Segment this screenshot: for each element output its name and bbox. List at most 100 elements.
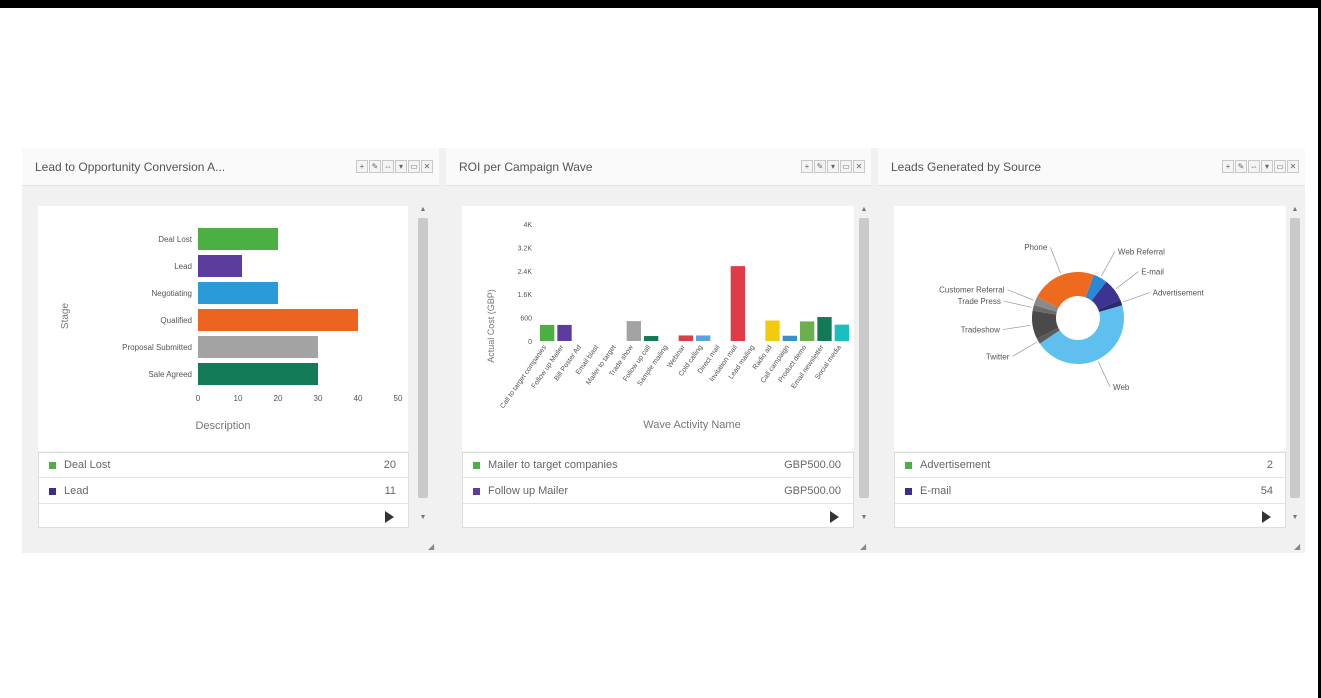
legend-label: Follow up Mailer — [488, 485, 569, 497]
swap-icon[interactable]: ⇔ — [1248, 160, 1260, 173]
slice-label: Advertisement — [1153, 289, 1205, 298]
scroll-up-icon[interactable]: ▲ — [857, 206, 871, 213]
scroll-down-icon[interactable]: ▼ — [416, 514, 430, 521]
bar — [198, 228, 278, 250]
bar — [626, 321, 641, 341]
x-axis-title: Description — [195, 420, 250, 432]
y-tick-label: 3.2K — [518, 245, 533, 252]
label-leader-line — [1123, 292, 1150, 303]
legend-swatch — [473, 488, 480, 495]
scroll-up-icon[interactable]: ▲ — [1288, 206, 1302, 213]
legend-item[interactable]: Lead 11 — [39, 479, 408, 504]
y-tick-label: Sale Agreed — [148, 370, 192, 379]
label-leader-line — [1097, 361, 1111, 388]
collapse-icon[interactable]: ▾ — [1261, 160, 1273, 173]
swap-icon[interactable]: ⇔ — [382, 160, 394, 173]
widget-roi-campaign: ROI per Campaign Wave + ✎ ▾ ▭ ✕ 0 600 1.6K… — [446, 148, 871, 553]
y-tick-label: Lead — [174, 262, 192, 271]
legend-swatch — [49, 488, 56, 495]
widget-header: Leads Generated by Source + ✎ ⇔ ▾ ▭ ✕ — [878, 148, 1305, 186]
bar — [817, 317, 832, 341]
widget-title: Leads Generated by Source — [891, 160, 1042, 174]
widget-toolbar: + ✎ ⇔ ▾ ▭ ✕ — [356, 160, 433, 175]
legend-value: 20 — [383, 459, 396, 471]
slice-label: Web Referral — [1118, 248, 1165, 257]
roi-bar-chart: 06001.6K2.4K3.2K4KCall to target compani… — [486, 212, 852, 431]
legend-item[interactable]: Deal Lost 20 — [39, 453, 408, 478]
slice-label: Phone — [1024, 243, 1048, 252]
legend-item[interactable]: Mailer to target companies GBP500.00 — [463, 453, 853, 478]
chart-area: 0 600 1.6K 2.4K 3.2K 4K Call to target compani… — [462, 206, 854, 451]
bar — [540, 324, 555, 341]
y-tick-label: 4K — [523, 222, 532, 229]
chart-area: Web Referral E-mail Advertisement Web Twitte… — [894, 206, 1286, 451]
scroll-down-icon[interactable]: ▼ — [857, 514, 871, 521]
x-tick-label: 30 — [314, 394, 323, 403]
x-tick-label: 10 — [234, 394, 243, 403]
legend-value: GBP500.00 — [784, 459, 841, 471]
scrollbar[interactable]: ▲ ▼ — [416, 206, 430, 526]
legend-label: Mailer to target companies — [488, 459, 618, 471]
slice-label: Customer Referral — [939, 286, 1005, 295]
collapse-icon[interactable]: ▾ — [395, 160, 407, 173]
scroll-down-icon[interactable]: ▼ — [1288, 514, 1302, 521]
widget-toolbar: + ✎ ▾ ▭ ✕ — [801, 160, 865, 175]
maximize-icon[interactable]: ▭ — [408, 160, 420, 173]
add-icon[interactable]: + — [1222, 160, 1234, 173]
bar — [782, 335, 797, 341]
resize-handle-icon[interactable]: ◢ — [1294, 542, 1302, 551]
label-leader-line — [1050, 247, 1061, 274]
collapse-icon[interactable]: ▾ — [827, 160, 839, 173]
maximize-icon[interactable]: ▭ — [840, 160, 852, 173]
scrollbar[interactable]: ▲ ▼ — [857, 206, 871, 526]
legend-value: 54 — [1260, 485, 1273, 497]
legend-item[interactable]: Advertisement 2 — [895, 453, 1285, 478]
legend-list: Deal Lost 20 Lead 11 — [38, 452, 409, 528]
source-donut-chart: Web Referral E-mail Advertisement Web Twitte… — [939, 243, 1205, 392]
bar — [834, 324, 849, 341]
slice-label: Web — [1113, 383, 1130, 392]
play-icon[interactable] — [1262, 511, 1271, 523]
dashboard: Lead to Opportunity Conversion A... + ✎ … — [22, 148, 1305, 553]
label-leader-line — [1012, 341, 1037, 357]
y-tick-label: 2.4K — [518, 269, 533, 276]
widget-header: ROI per Campaign Wave + ✎ ▾ ▭ ✕ — [446, 148, 871, 186]
bar — [678, 335, 693, 341]
edit-icon[interactable]: ✎ — [1235, 160, 1247, 173]
play-icon[interactable] — [385, 511, 394, 523]
bar — [198, 255, 242, 277]
scroll-thumb[interactable] — [859, 218, 869, 498]
label-leader-line — [1115, 271, 1139, 290]
scroll-thumb[interactable] — [1290, 218, 1300, 498]
edit-icon[interactable]: ✎ — [369, 160, 381, 173]
label-leader-line — [1101, 251, 1116, 277]
y-tick-label: 1.6K — [518, 292, 533, 299]
scrollbar[interactable]: ▲ ▼ — [1288, 206, 1302, 526]
stage-bar-chart: Deal Lost Lead Negotiating Qualified Proposa… — [60, 214, 403, 432]
legend-item[interactable]: E-mail 54 — [895, 479, 1285, 504]
resize-handle-icon[interactable]: ◢ — [860, 542, 868, 551]
label-leader-line — [1003, 300, 1032, 308]
close-icon[interactable]: ✕ — [421, 160, 433, 173]
resize-handle-icon[interactable]: ◢ — [428, 542, 436, 551]
close-icon[interactable]: ✕ — [1287, 160, 1299, 173]
scroll-up-icon[interactable]: ▲ — [416, 206, 430, 213]
widget-lead-conversion: Lead to Opportunity Conversion A... + ✎ … — [22, 148, 439, 553]
add-icon[interactable]: + — [356, 160, 368, 173]
widget-toolbar: + ✎ ⇔ ▾ ▭ ✕ — [1222, 160, 1299, 175]
legend-footer — [463, 505, 853, 530]
edit-icon[interactable]: ✎ — [814, 160, 826, 173]
scroll-thumb[interactable] — [418, 218, 428, 498]
maximize-icon[interactable]: ▭ — [1274, 160, 1286, 173]
y-tick-label: Qualified — [160, 316, 192, 325]
legend-swatch — [49, 462, 56, 469]
widget-title: ROI per Campaign Wave — [459, 160, 593, 174]
x-axis-title: Wave Activity Name — [643, 419, 740, 431]
legend-item[interactable]: Follow up Mailer GBP500.00 — [463, 479, 853, 504]
legend-label: E-mail — [920, 485, 952, 497]
bar — [198, 309, 358, 331]
add-icon[interactable]: + — [801, 160, 813, 173]
close-icon[interactable]: ✕ — [853, 160, 865, 173]
play-icon[interactable] — [830, 511, 839, 523]
bar — [644, 336, 659, 341]
